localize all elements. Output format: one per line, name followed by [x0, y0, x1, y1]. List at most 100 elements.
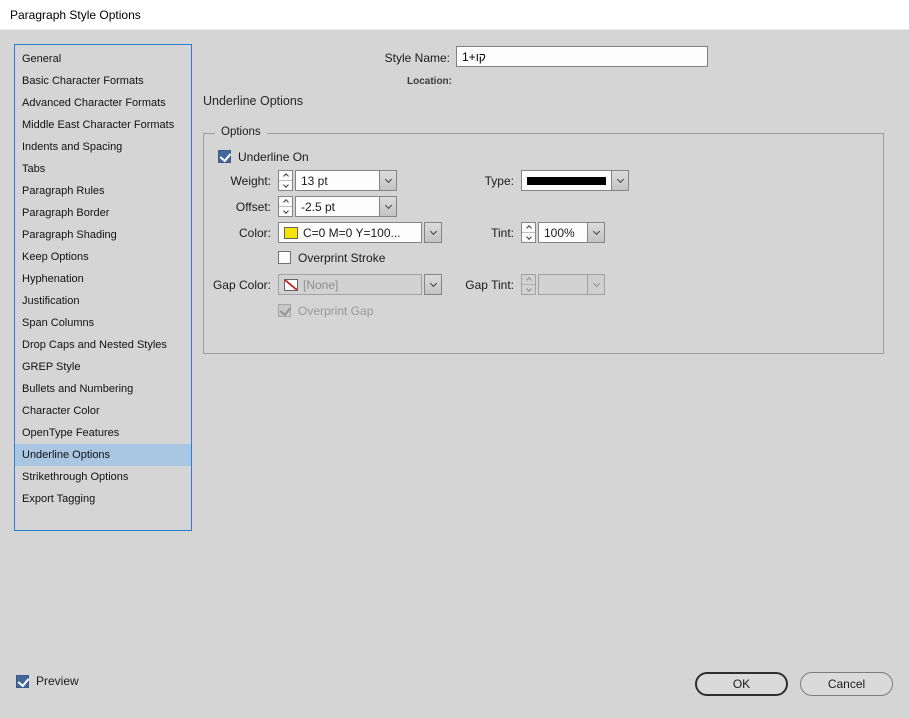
underline-on-checkbox[interactable] — [218, 150, 231, 163]
sidebar-item-bullets-and-numbering[interactable]: Bullets and Numbering — [15, 378, 191, 400]
offset-combobox[interactable]: -2.5 pt — [295, 196, 380, 217]
gap-color-combobox: [None] — [278, 274, 422, 295]
location-label: Location: — [407, 76, 452, 87]
sidebar-item-underline-options[interactable]: Underline Options — [15, 444, 191, 466]
gap-tint-combobox — [538, 274, 588, 295]
offset-value: -2.5 pt — [301, 199, 336, 214]
tint-label: Tint: — [491, 225, 514, 240]
offset-label: Offset: — [235, 199, 271, 214]
tint-field: Tint: 100% — [407, 222, 605, 243]
overprint-gap-label: Overprint Gap — [298, 303, 374, 318]
color-swatch-yellow — [284, 226, 298, 239]
sidebar-item-tabs[interactable]: Tabs — [15, 158, 191, 180]
chevron-down-icon — [616, 175, 624, 184]
chevron-down-icon — [282, 207, 289, 214]
style-name-input[interactable] — [456, 46, 708, 67]
none-color-swatch — [284, 278, 298, 291]
sidebar-item-general[interactable]: General — [15, 48, 191, 70]
window-title: Paragraph Style Options — [10, 8, 141, 22]
preview-label: Preview — [36, 674, 79, 688]
options-group-label: Options — [215, 126, 267, 138]
cancel-button[interactable]: Cancel — [800, 672, 893, 696]
sidebar-item-paragraph-shading[interactable]: Paragraph Shading — [15, 224, 191, 246]
chevron-down-icon — [525, 285, 532, 292]
chevron-down-icon — [384, 201, 392, 210]
style-name-label: Style Name: — [384, 51, 450, 65]
chevron-down-icon — [525, 233, 532, 240]
offset-dropdown-button[interactable] — [379, 196, 397, 217]
sidebar-item-middle-east-character-formats[interactable]: Middle East Character Formats — [15, 114, 191, 136]
chevron-up-icon — [282, 172, 289, 179]
overprint-stroke-checkbox[interactable] — [278, 251, 291, 264]
gap-color-value: [None] — [303, 277, 339, 292]
sidebar-item-paragraph-rules[interactable]: Paragraph Rules — [15, 180, 191, 202]
weight-label: Weight: — [230, 173, 271, 188]
overprint-stroke-label: Overprint Stroke — [298, 250, 386, 265]
preview-row: Preview — [16, 674, 79, 688]
tint-stepper-up-button[interactable] — [522, 223, 535, 233]
overprint-gap-checkbox — [278, 304, 291, 317]
sidebar-item-character-color[interactable]: Character Color — [15, 400, 191, 422]
gap-tint-stepper-down-button — [522, 285, 535, 294]
sidebar-item-strikethrough-options[interactable]: Strikethrough Options — [15, 466, 191, 488]
weight-stepper-down-button[interactable] — [279, 181, 292, 190]
chevron-up-icon — [282, 198, 289, 205]
offset-stepper-up-button[interactable] — [279, 197, 292, 207]
weight-stepper-up-button[interactable] — [279, 171, 292, 181]
sidebar-item-opentype-features[interactable]: OpenType Features — [15, 422, 191, 444]
titlebar: Paragraph Style Options — [0, 0, 909, 30]
sidebar-item-export-tagging[interactable]: Export Tagging — [15, 488, 191, 510]
sidebar-item-hyphenation[interactable]: Hyphenation — [15, 268, 191, 290]
tint-dropdown-button[interactable] — [587, 222, 605, 243]
gap-tint-label: Gap Tint: — [465, 277, 514, 292]
overprint-stroke-row: Overprint Stroke — [278, 247, 385, 268]
color-value: C=0 M=0 Y=100... — [303, 225, 401, 240]
sidebar-item-span-columns[interactable]: Span Columns — [15, 312, 191, 334]
weight-dropdown-button[interactable] — [379, 170, 397, 191]
sidebar-item-drop-caps-and-nested-styles[interactable]: Drop Caps and Nested Styles — [15, 334, 191, 356]
overprint-gap-row: Overprint Gap — [278, 300, 373, 321]
type-field: Type: — [407, 170, 629, 191]
color-combobox[interactable]: C=0 M=0 Y=100... — [278, 222, 422, 243]
offset-row: Offset: -2.5 pt — [204, 196, 397, 217]
chevron-up-icon — [525, 276, 532, 283]
underline-on-label: Underline On — [238, 149, 309, 164]
gap-tint-dropdown-button — [587, 274, 605, 295]
ok-button[interactable]: OK — [695, 672, 788, 696]
tint-stepper — [521, 222, 536, 243]
gap-tint-field: Gap Tint: — [407, 274, 605, 295]
type-combobox[interactable] — [521, 170, 612, 191]
sidebar-item-advanced-character-formats[interactable]: Advanced Character Formats — [15, 92, 191, 114]
offset-stepper-down-button[interactable] — [279, 207, 292, 216]
panel-title: Underline Options — [203, 94, 304, 108]
gap-tint-stepper-up-button — [522, 275, 535, 285]
weight-value: 13 pt — [301, 173, 328, 188]
sidebar-item-grep-style[interactable]: GREP Style — [15, 356, 191, 378]
type-dropdown-button[interactable] — [611, 170, 629, 191]
underline-on-row: Underline On — [218, 146, 309, 167]
gap-color-row: Gap Color: [None] Gap Tint: — [204, 274, 605, 295]
type-label: Type: — [484, 173, 514, 188]
options-group: Options Underline On Weight: 13 pt Type:… — [203, 126, 884, 354]
sidebar-item-basic-character-formats[interactable]: Basic Character Formats — [15, 70, 191, 92]
weight-combobox[interactable]: 13 pt — [295, 170, 380, 191]
chevron-down-icon — [384, 175, 392, 184]
weight-row: Weight: 13 pt Type: — [204, 170, 629, 191]
chevron-down-icon — [282, 181, 289, 188]
offset-stepper — [278, 196, 293, 217]
sidebar-item-justification[interactable]: Justification — [15, 290, 191, 312]
gap-color-label: Gap Color: — [212, 277, 271, 292]
chevron-down-icon — [592, 279, 600, 288]
underline-style-swatch — [527, 176, 606, 185]
sidebar-item-paragraph-border[interactable]: Paragraph Border — [15, 202, 191, 224]
color-row: Color: C=0 M=0 Y=100... Tint: 100% — [204, 222, 605, 243]
tint-value: 100% — [544, 225, 575, 240]
sidebar-item-keep-options[interactable]: Keep Options — [15, 246, 191, 268]
weight-stepper — [278, 170, 293, 191]
tint-stepper-down-button[interactable] — [522, 233, 535, 242]
preview-checkbox[interactable] — [16, 674, 29, 688]
gap-tint-stepper — [521, 274, 536, 295]
sidebar-item-indents-and-spacing[interactable]: Indents and Spacing — [15, 136, 191, 158]
tint-combobox[interactable]: 100% — [538, 222, 588, 243]
category-list: General Basic Character Formats Advanced… — [14, 44, 192, 531]
